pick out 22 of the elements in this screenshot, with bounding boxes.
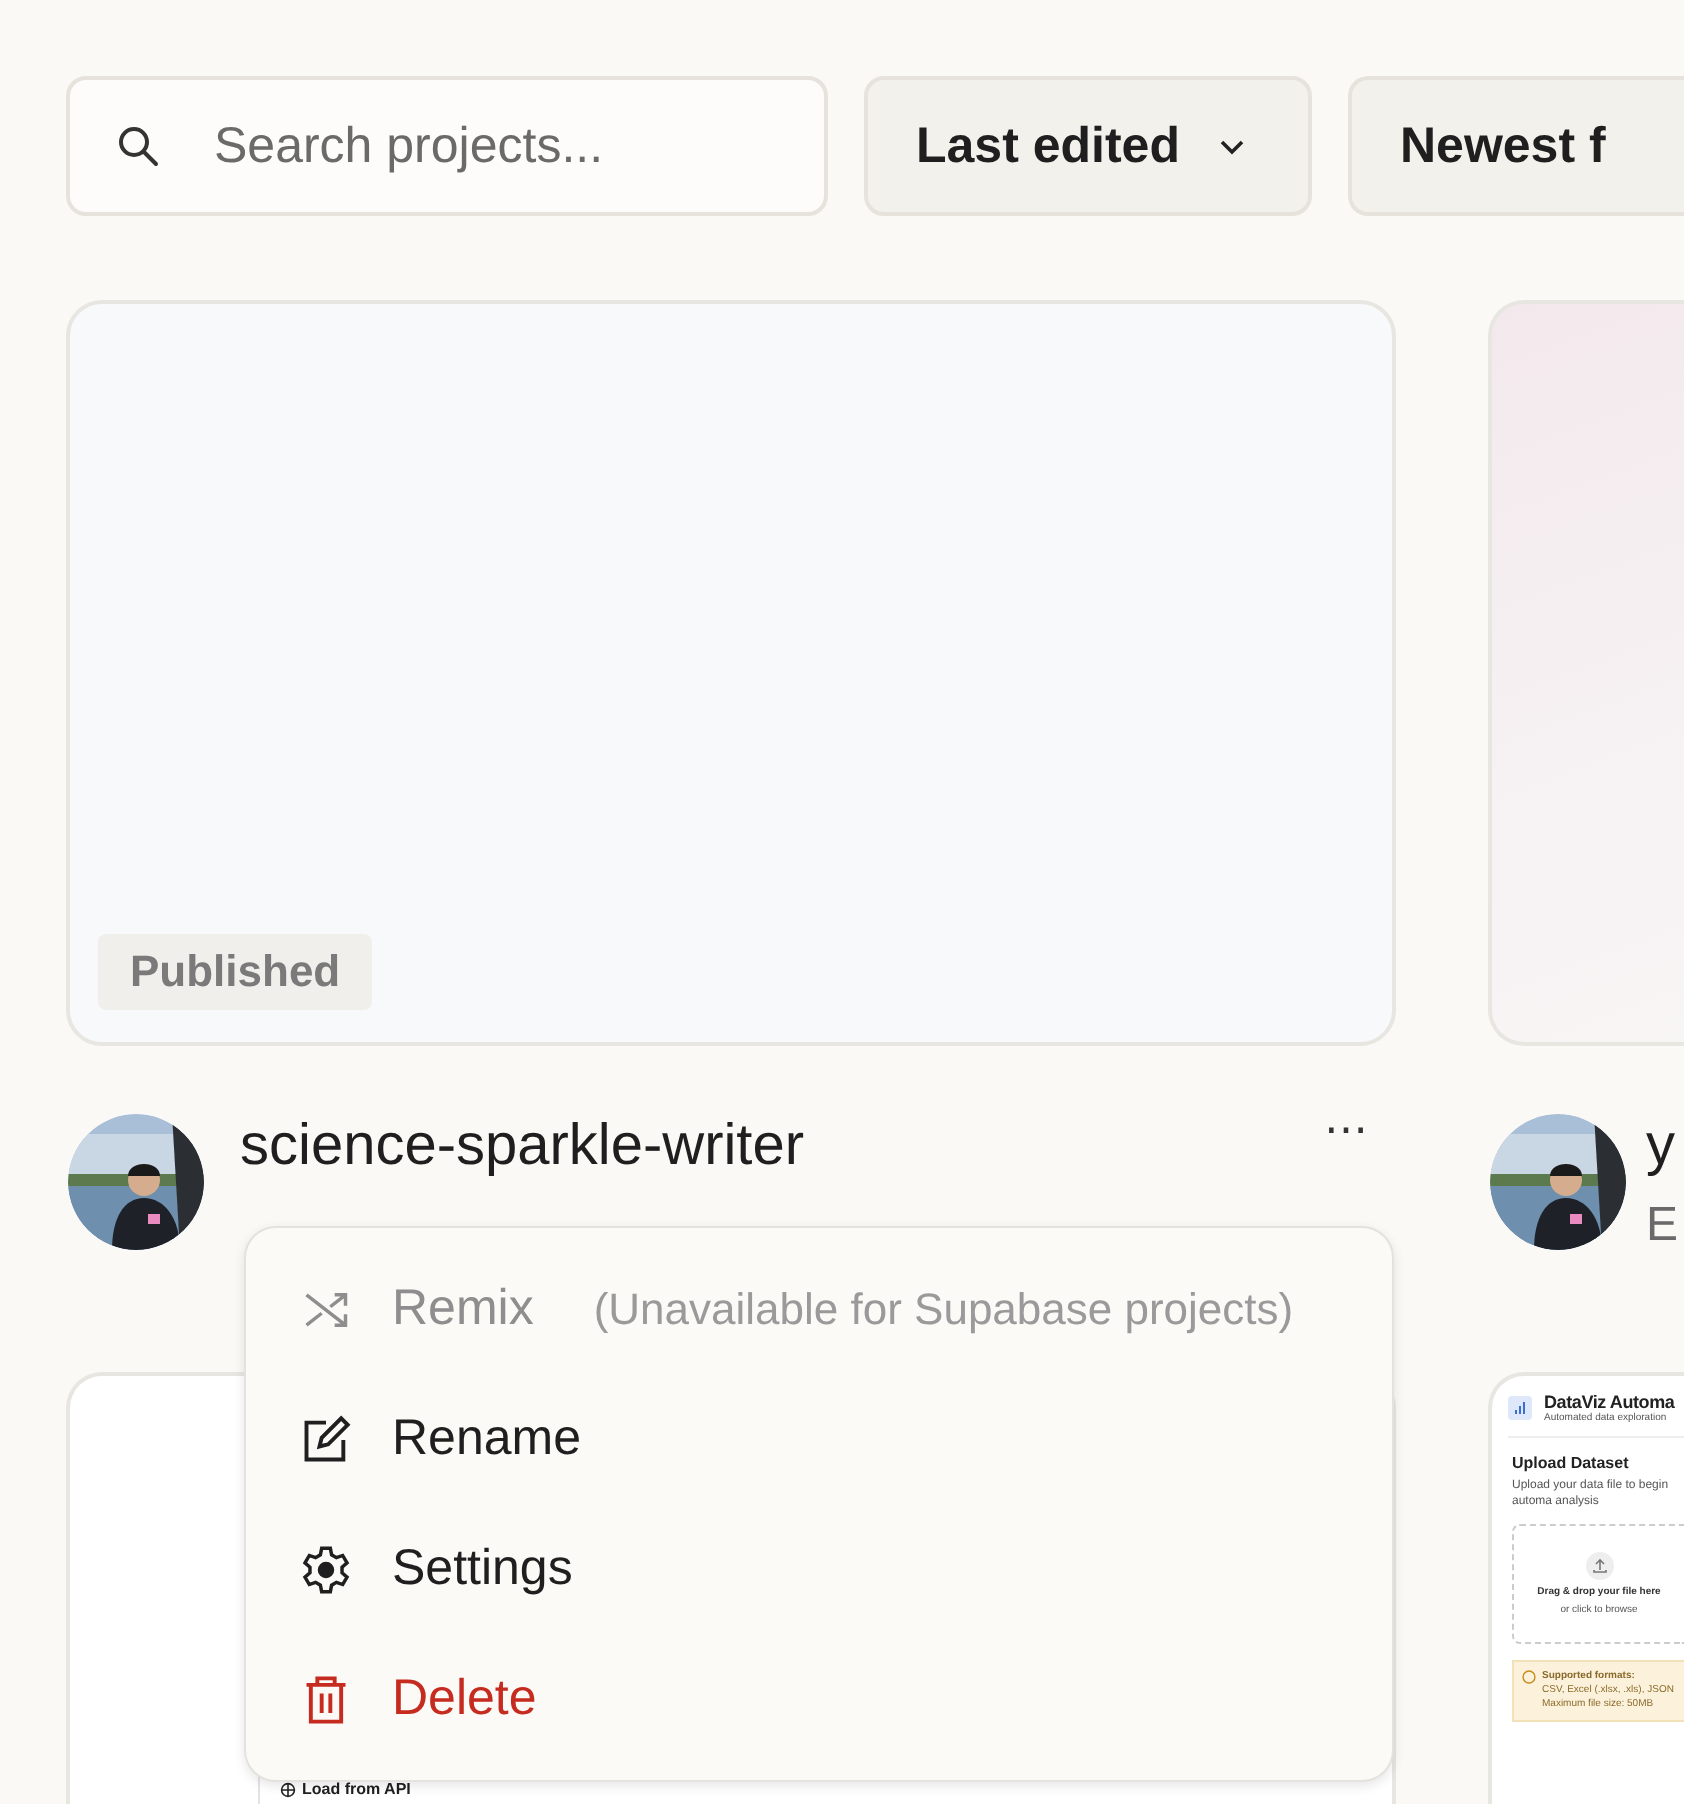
settings-icon <box>300 1543 352 1595</box>
edit-icon <box>300 1413 352 1465</box>
thumbnail-caption: Load from API <box>280 1780 411 1798</box>
sort-button[interactable]: Last edited <box>864 76 1312 216</box>
info-icon <box>1522 1669 1536 1684</box>
project-thumbnail[interactable] <box>1488 1372 1684 1804</box>
status-badge: Published <box>98 934 373 1010</box>
project-title[interactable]: y <box>1646 1114 1684 1178</box>
project-thumbnail[interactable]: Published <box>66 300 1396 1046</box>
project-title[interactable]: science-sparkle-writer <box>240 1114 1260 1178</box>
search-field[interactable]: Search projects... <box>66 76 828 216</box>
section-heading: Upload Dataset <box>1512 1454 1631 1472</box>
sort-button[interactable]: Newest f <box>1347 76 1684 216</box>
chart-icon <box>1508 1396 1532 1420</box>
globe-icon <box>280 1781 296 1797</box>
menu-item[interactable]: Delete <box>246 1634 1392 1764</box>
upload-icon <box>1585 1551 1613 1580</box>
edited-time: E <box>1646 1198 1681 1254</box>
menu-item[interactable]: Settings <box>246 1504 1392 1634</box>
more-button[interactable]: ⋯ <box>1296 1106 1396 1156</box>
app-title: DataViz Automa <box>1544 1392 1675 1412</box>
menu-item[interactable]: Rename <box>246 1374 1392 1504</box>
